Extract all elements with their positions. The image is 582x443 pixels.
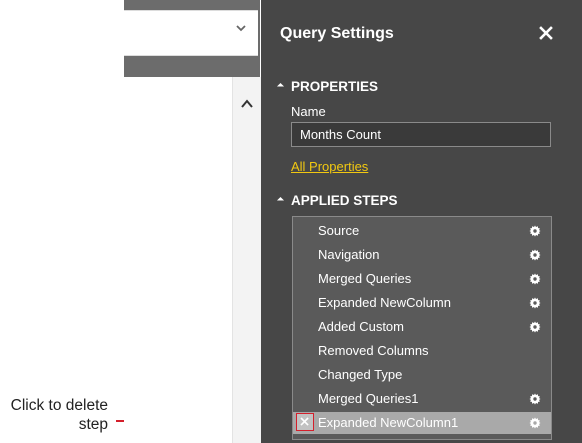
delete-step-icon[interactable]: [296, 413, 314, 431]
step-label: Merged Queries: [318, 271, 412, 286]
gear-icon[interactable]: [529, 273, 541, 285]
callout-annotation: Click to delete step: [10, 397, 108, 433]
collapse-triangle-icon: [276, 82, 285, 91]
step-item[interactable]: Merged Queries: [293, 268, 551, 290]
step-label: Expanded NewColumn: [318, 295, 451, 310]
gear-icon[interactable]: [529, 225, 541, 237]
close-icon[interactable]: [538, 25, 554, 41]
step-item[interactable]: Navigation: [293, 244, 551, 266]
step-label: Removed Columns: [318, 343, 429, 358]
query-settings-pane: Query Settings PROPERTIES Name Months Co…: [261, 0, 582, 443]
step-item[interactable]: Merged Queries1: [293, 388, 551, 410]
gear-icon[interactable]: [529, 417, 541, 429]
step-label: Expanded NewColumn1: [318, 415, 459, 430]
step-item-selected[interactable]: Expanded NewColumn1: [293, 412, 551, 434]
applied-steps-section-header[interactable]: APPLIED STEPS: [276, 193, 398, 208]
query-name-field[interactable]: Months Count: [291, 122, 551, 147]
applied-steps-heading: APPLIED STEPS: [291, 193, 398, 208]
gear-icon[interactable]: [529, 393, 541, 405]
gear-icon[interactable]: [529, 249, 541, 261]
step-label: Source: [318, 223, 360, 238]
step-label: Added Custom: [318, 319, 404, 334]
applied-steps-list: Source Navigation Merged Queries Expande…: [292, 216, 552, 440]
collapse-triangle-icon: [276, 196, 285, 205]
step-item[interactable]: Removed Columns: [293, 340, 551, 362]
gear-icon[interactable]: [529, 297, 541, 309]
all-properties-link[interactable]: All Properties: [291, 159, 368, 174]
step-item[interactable]: Source: [293, 220, 551, 242]
name-label: Name: [291, 104, 326, 119]
step-item[interactable]: Changed Type: [293, 364, 551, 386]
gear-icon[interactable]: [529, 321, 541, 333]
chevron-down-icon[interactable]: [236, 23, 246, 33]
pane-title: Query Settings: [280, 25, 394, 42]
vertical-scrollbar[interactable]: [232, 77, 261, 443]
properties-section-header[interactable]: PROPERTIES: [276, 79, 379, 94]
step-label: Changed Type: [318, 367, 403, 382]
formula-bar[interactable]: [124, 10, 258, 56]
step-label: Merged Queries1: [318, 391, 419, 406]
properties-heading: PROPERTIES: [291, 79, 379, 94]
step-label: Navigation: [318, 247, 380, 262]
step-item[interactable]: Expanded NewColumn: [293, 292, 551, 314]
step-item[interactable]: Added Custom: [293, 316, 551, 338]
chevron-up-icon[interactable]: [241, 99, 253, 109]
